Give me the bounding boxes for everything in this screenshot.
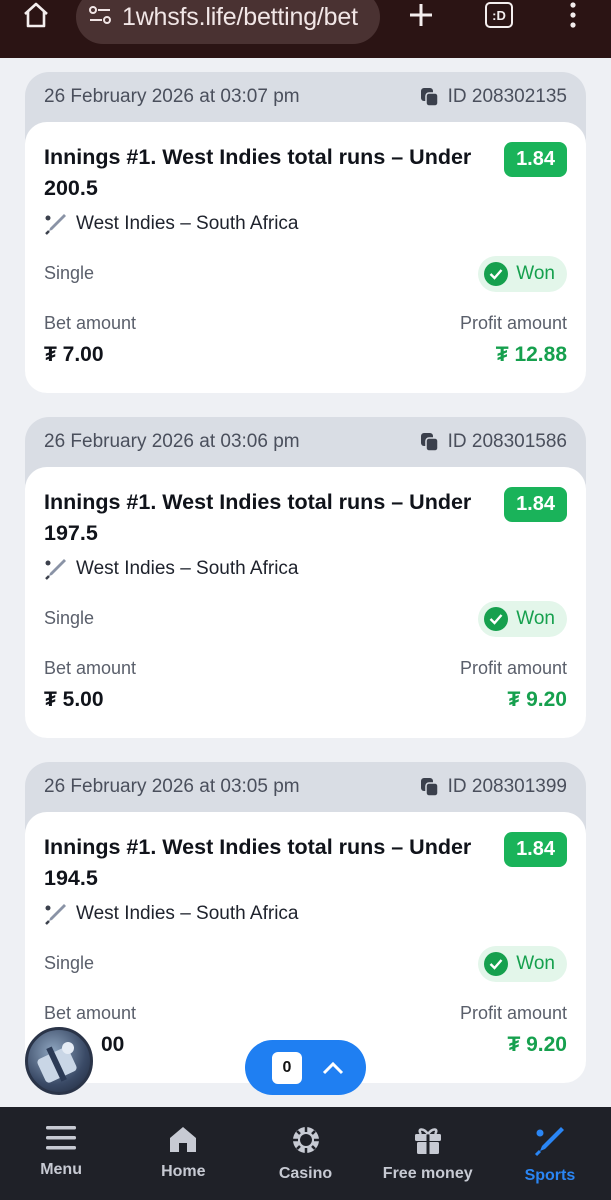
odds-badge: 1.84 — [504, 832, 567, 867]
check-icon — [484, 952, 509, 976]
profit-amount: ₮ 9.20 — [507, 688, 567, 711]
bet-card-body: Innings #1. West Indies total runs – Und… — [25, 467, 586, 738]
site-settings-icon[interactable] — [88, 5, 112, 30]
new-tab-icon[interactable] — [399, 0, 443, 30]
nav-home[interactable]: Home — [122, 1107, 244, 1200]
home-icon[interactable] — [14, 0, 58, 30]
bet-card-header: 26 February 2026 at 03:05 pm ID 20830139… — [25, 762, 586, 812]
status-badge: Won — [478, 601, 567, 637]
nav-free-money[interactable]: Free money — [367, 1107, 489, 1200]
nav-label: Home — [161, 1163, 206, 1180]
profit-amount: ₮ 9.20 — [507, 1033, 567, 1056]
nav-casino[interactable]: Casino — [244, 1107, 366, 1200]
copy-icon[interactable] — [420, 432, 440, 452]
bet-card[interactable]: 26 February 2026 at 03:06 pm ID 20830158… — [25, 417, 586, 738]
more-icon[interactable] — [551, 0, 595, 30]
odds-badge: 1.84 — [504, 487, 567, 522]
check-icon — [484, 607, 509, 631]
bottom-nav: Menu Home Casino Free money Sports — [0, 1107, 611, 1200]
bet-title: Innings #1. West Indies total runs – Und… — [44, 145, 472, 200]
browser-toolbar: 1whsfs.life/betting/bet :D — [0, 0, 611, 58]
nav-menu[interactable]: Menu — [0, 1107, 122, 1200]
profit-amount-label: Profit amount — [459, 1003, 567, 1023]
cricket-bat-icon — [534, 1127, 564, 1157]
profit-amount-label: Profit amount — [459, 658, 567, 678]
copy-icon[interactable] — [420, 87, 440, 107]
menu-icon — [46, 1126, 77, 1150]
bet-type: Single — [44, 953, 95, 973]
match-name: West Indies – South Africa — [76, 558, 299, 579]
bet-id-text: ID 208301399 — [447, 776, 567, 797]
bet-amount-label: Bet amount — [44, 658, 137, 678]
match-row: West Indies – South Africa — [44, 557, 299, 581]
bet-title: Innings #1. West Indies total runs – Und… — [44, 490, 472, 545]
bet-card-header: 26 February 2026 at 03:06 pm ID 20830158… — [25, 417, 586, 467]
nav-label: Sports — [524, 1167, 576, 1184]
bet-title: Innings #1. West Indies total runs – Und… — [44, 835, 472, 890]
nav-label: Free money — [382, 1165, 473, 1182]
bet-date: 26 February 2026 at 03:07 pm — [44, 86, 300, 107]
bet-amount-label: Bet amount — [44, 313, 137, 333]
status-badge: Won — [478, 256, 567, 292]
odds-badge: 1.84 — [504, 142, 567, 177]
tabs-icon[interactable]: :D — [477, 0, 521, 30]
bet-card-header: 26 February 2026 at 03:07 pm ID 20830213… — [25, 72, 586, 122]
bet-type: Single — [44, 263, 95, 283]
gift-promo-icon — [37, 1042, 77, 1083]
match-name: West Indies – South Africa — [76, 903, 299, 924]
casino-chip-icon — [292, 1127, 319, 1153]
nav-sports[interactable]: Sports — [489, 1107, 611, 1200]
match-row: West Indies – South Africa — [44, 902, 299, 926]
cricket-bat-icon — [45, 559, 66, 580]
bet-type: Single — [44, 608, 95, 628]
match-row: West Indies – South Africa — [44, 212, 299, 236]
nav-label: Menu — [40, 1161, 82, 1178]
bet-date: 26 February 2026 at 03:06 pm — [44, 431, 300, 452]
profit-amount: ₮ 12.88 — [495, 343, 567, 366]
bet-slip-count: 0 — [272, 1051, 302, 1084]
status-text: Won — [516, 953, 555, 974]
url-text: 1whsfs.life/betting/bet — [122, 2, 358, 31]
bet-amount: ₮ 5.00 — [44, 688, 104, 711]
match-name: West Indies – South Africa — [76, 213, 299, 234]
bet-card-body: Innings #1. West Indies total runs – Und… — [25, 122, 586, 393]
bet-amount-label: Bet amount — [44, 1003, 137, 1023]
address-bar[interactable]: 1whsfs.life/betting/bet — [76, 0, 380, 44]
nav-label: Casino — [278, 1165, 333, 1182]
promo-avatar[interactable] — [25, 1027, 93, 1095]
check-icon — [484, 262, 509, 286]
bet-id[interactable]: ID 208302135 — [420, 86, 567, 108]
status-text: Won — [516, 608, 555, 629]
profit-amount-label: Profit amount — [459, 313, 567, 333]
bet-id-text: ID 208301586 — [447, 431, 567, 452]
tab-count: :D — [485, 2, 513, 28]
status-text: Won — [516, 263, 555, 284]
chevron-up-icon — [322, 1061, 344, 1074]
gift-icon — [414, 1128, 441, 1154]
bet-id[interactable]: ID 208301399 — [420, 776, 567, 798]
bet-id[interactable]: ID 208301586 — [420, 431, 567, 453]
home-icon — [170, 1127, 197, 1152]
copy-icon[interactable] — [420, 777, 440, 797]
bet-amount: ₮ 7.00 — [44, 343, 104, 366]
bet-card[interactable]: 26 February 2026 at 03:07 pm ID 20830213… — [25, 72, 586, 393]
bet-card[interactable]: 26 February 2026 at 03:05 pm ID 20830139… — [25, 762, 586, 1083]
bet-amount: 00 — [101, 1033, 125, 1056]
cricket-bat-icon — [45, 904, 66, 925]
bet-date: 26 February 2026 at 03:05 pm — [44, 776, 300, 797]
bet-id-text: ID 208302135 — [447, 86, 567, 107]
cricket-bat-icon — [45, 214, 66, 235]
status-badge: Won — [478, 946, 567, 982]
bet-slip-button[interactable]: 0 — [245, 1040, 366, 1095]
